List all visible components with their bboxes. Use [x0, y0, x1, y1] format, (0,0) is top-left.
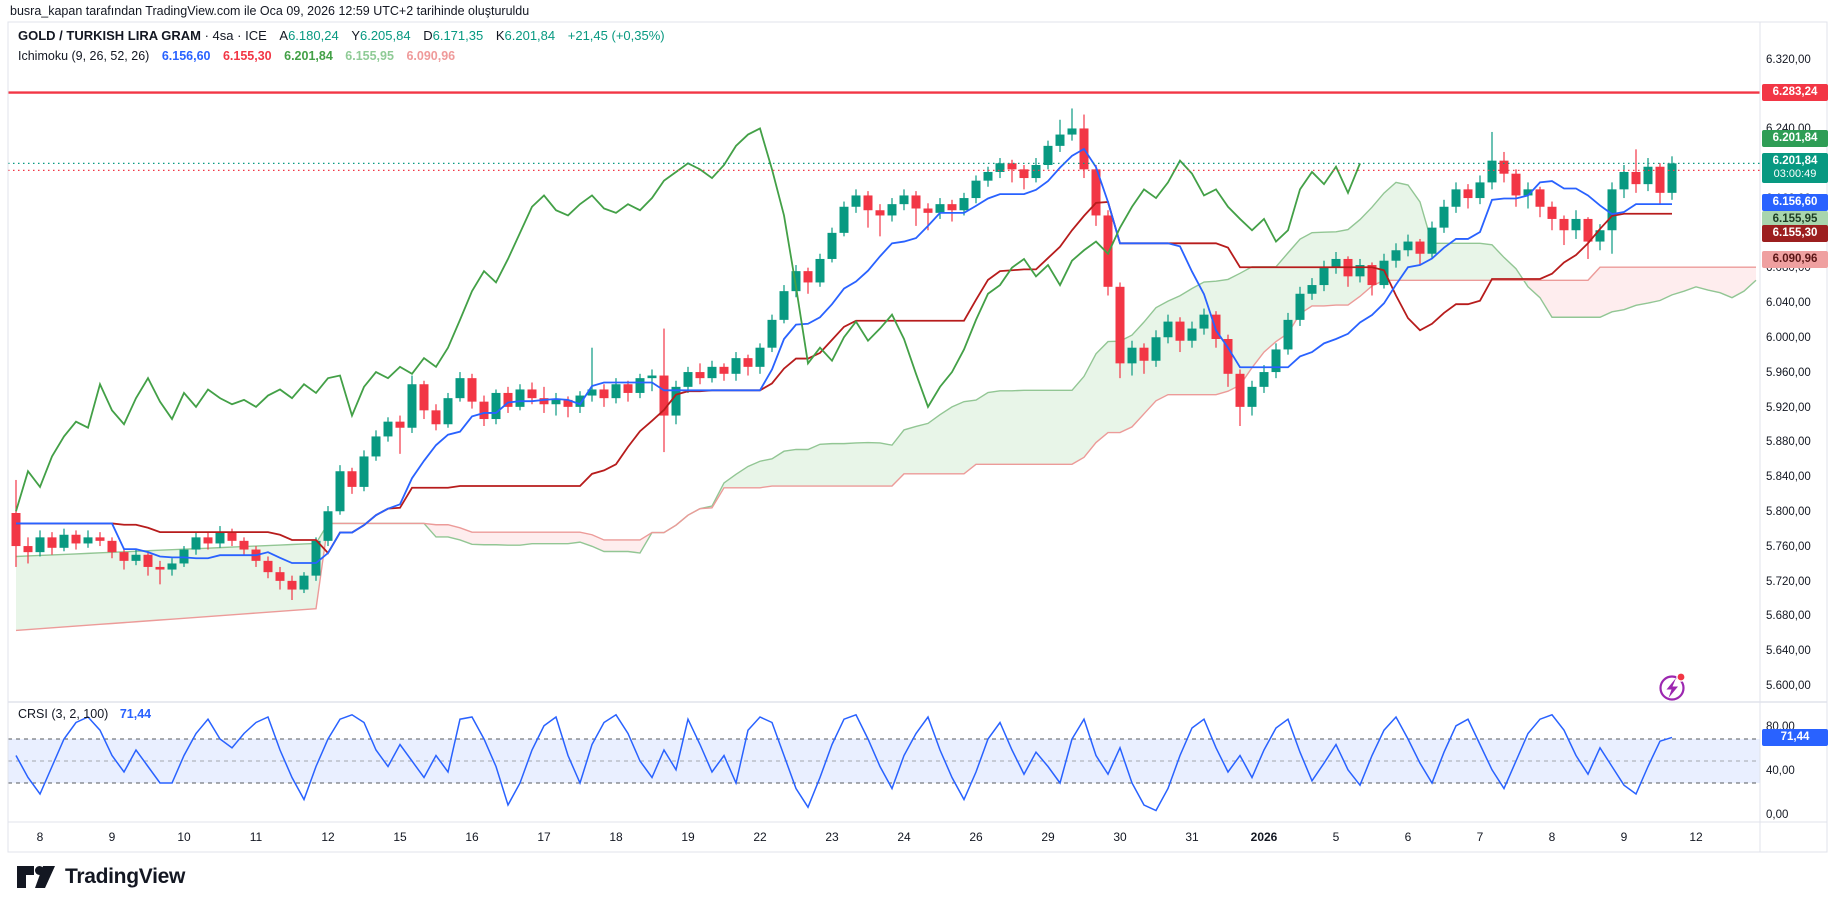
high-value: 6.205,84 [360, 28, 411, 43]
flash-icon [1661, 672, 1686, 699]
ichimoku-kijun-value: 6.155,30 [223, 49, 272, 63]
crsi-legend[interactable]: CRSI (3, 2, 100) 71,44 [18, 707, 151, 721]
chart-legend: GOLD / TURKISH LIRA GRAM · 4sa · ICE A6.… [18, 25, 665, 67]
high-label: Y [351, 28, 360, 43]
crsi-value: 71,44 [120, 707, 151, 721]
ichimoku-row[interactable]: Ichimoku (9, 26, 52, 26) 6.156,60 6.155,… [18, 46, 665, 67]
symbol-row[interactable]: GOLD / TURKISH LIRA GRAM · 4sa · ICE A6.… [18, 25, 665, 46]
low-value: 6.171,35 [433, 28, 484, 43]
interval-label[interactable]: 4sa [213, 28, 234, 43]
ichimoku-senkou-b-value: 6.090,96 [406, 49, 455, 63]
separator: · [237, 28, 241, 43]
separator: · [205, 28, 209, 43]
tradingview-logo-text: TradingView [65, 865, 185, 889]
open-label: A [279, 28, 288, 43]
ichimoku-chikou-value: 6.201,84 [284, 49, 333, 63]
tradingview-logo-icon [16, 864, 56, 890]
open-value: 6.180,24 [288, 28, 339, 43]
change-value: +21,45 (+0,35%) [568, 28, 665, 43]
close-label: K [496, 28, 505, 43]
close-value: 6.201,84 [505, 28, 556, 43]
tradingview-logo[interactable]: TradingView [16, 864, 185, 890]
symbol-title[interactable]: GOLD / TURKISH LIRA GRAM [18, 28, 201, 43]
ichimoku-label[interactable]: Ichimoku (9, 26, 52, 26) [18, 49, 149, 63]
low-label: D [423, 28, 432, 43]
ichimoku-tenkan-value: 6.156,60 [162, 49, 211, 63]
ichimoku-senkou-a-value: 6.155,95 [345, 49, 394, 63]
crsi-label[interactable]: CRSI (3, 2, 100) [18, 707, 108, 721]
exchange-label: ICE [245, 28, 267, 43]
chart-canvas[interactable] [0, 0, 1835, 909]
tradingview-chart-snapshot: busra_kapan tarafından TradingView.com i… [0, 0, 1835, 909]
